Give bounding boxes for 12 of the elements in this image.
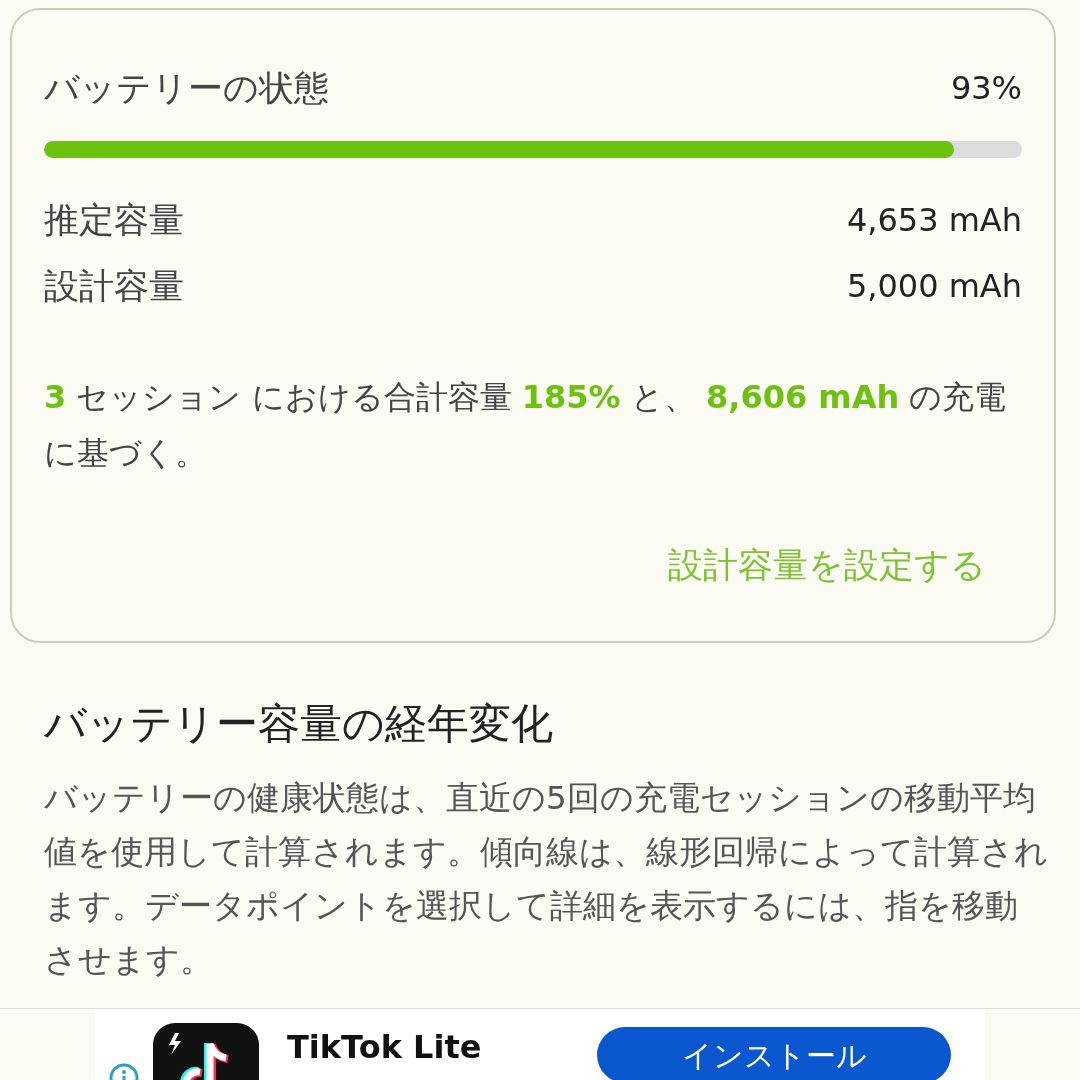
capacity-label: 推定容量 — [44, 198, 184, 242]
health-label: バッテリーの状態 — [44, 67, 329, 110]
install-button[interactable]: インストール — [597, 1027, 951, 1080]
capacity-value: 4,653 mAh — [846, 199, 1022, 241]
health-value: 93% — [950, 68, 1022, 110]
summary-text: 3 セッション における合計容量 185% と、 8,606 mAh の充電に基づく。 — [44, 376, 1008, 474]
app-name: TikTok Lite — [287, 1027, 482, 1068]
capacity-label: 設計容量 — [44, 265, 184, 308]
section-description: バッテリーの健康状態は、直近の5回の充電セッションの移動平均値を使用して計算されます。傾向線は、線形回帰によって計算されます。データポイントを選択して詳細を表示するには、指を移動させます。 — [44, 778, 1049, 982]
app-icon[interactable] — [153, 1023, 259, 1080]
capacity-value: 5,000 mAh — [846, 266, 1022, 308]
section-title: バッテリー容量の経年変化 — [44, 699, 554, 750]
